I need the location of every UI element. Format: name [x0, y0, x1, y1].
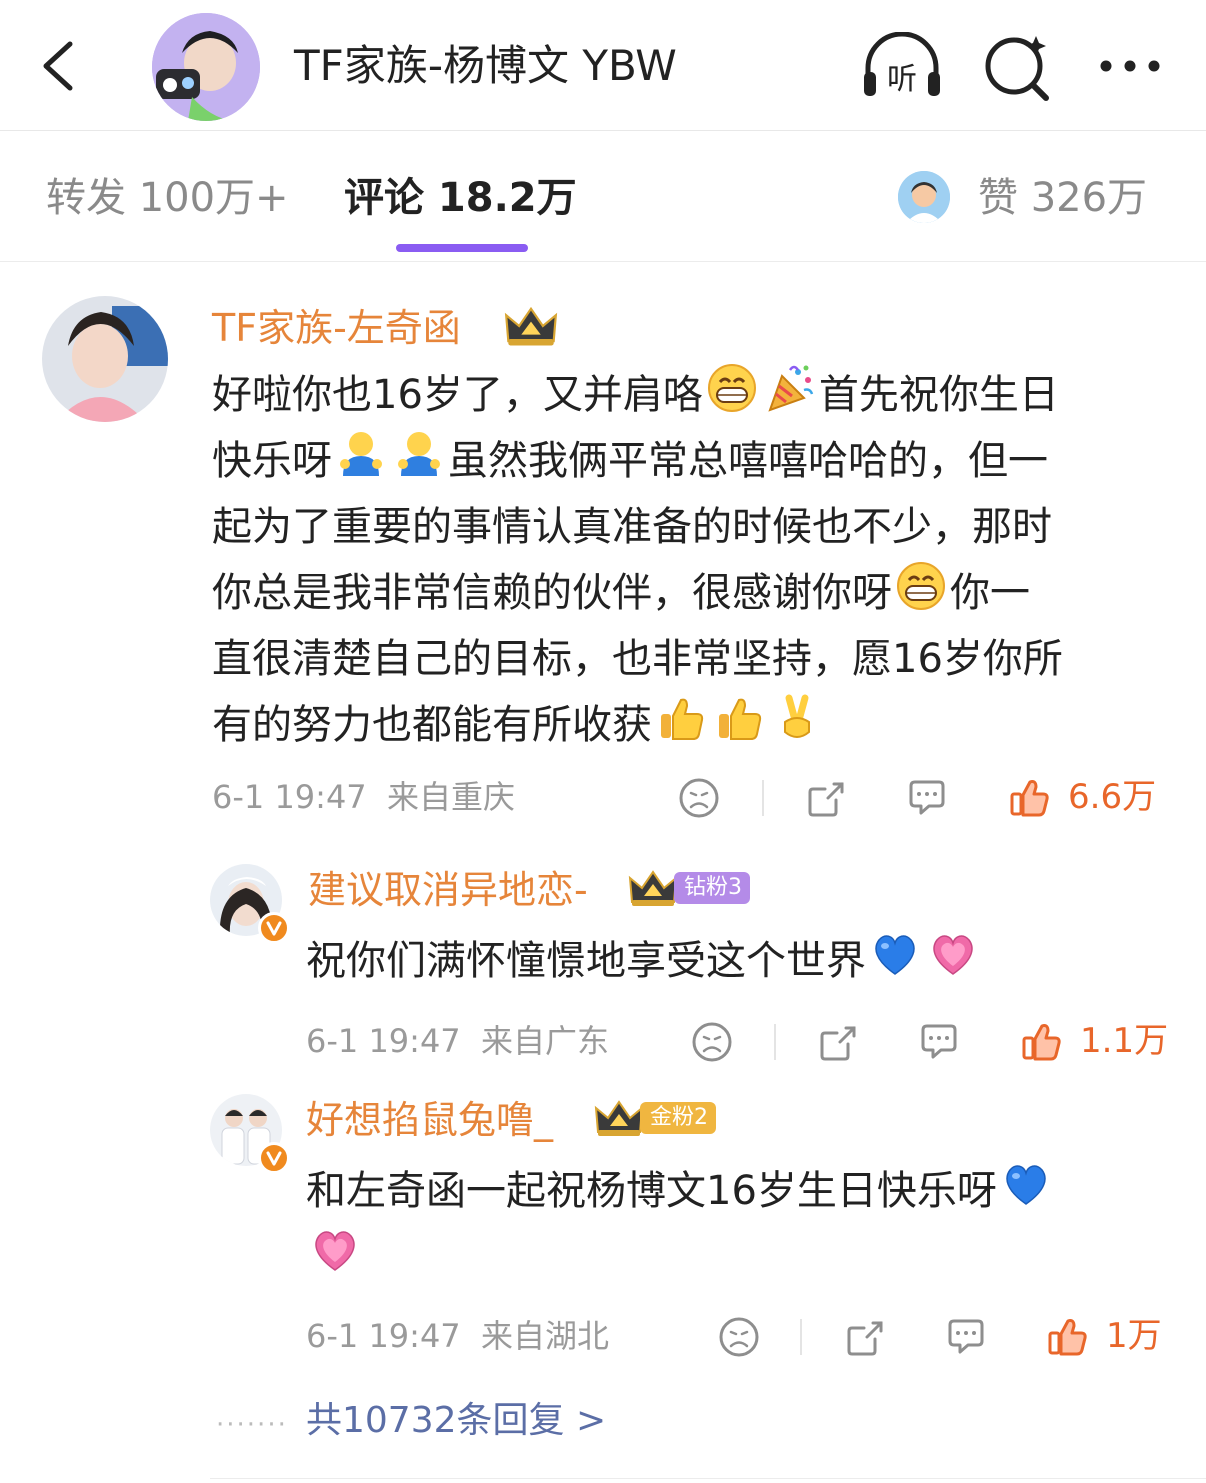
comment-time: 6-1 19:47: [212, 778, 367, 816]
text-segment: 好啦你也16岁了，又并肩咯: [212, 372, 703, 418]
chevron-left-icon[interactable]: [36, 38, 80, 94]
crown-icon: [504, 304, 558, 348]
comment-tabs: 转发 100万+ 评论 18.2万 赞 326万: [0, 131, 1206, 262]
share-icon[interactable]: [843, 1315, 887, 1359]
victory-hand-emoji-icon: [771, 692, 823, 744]
comment-line: 你总是我非常信赖的伙伴，很感谢你呀 你一: [212, 560, 1172, 626]
reply-meta: 6-1 19:47 来自广东: [306, 1018, 609, 1064]
comment-line: 好啦你也16岁了，又并肩咯 首先祝你生日: [212, 362, 1172, 428]
comment-author-avatar[interactable]: [42, 296, 168, 422]
share-icon[interactable]: [816, 1020, 860, 1064]
reply-meta: 6-1 19:47 来自湖北: [306, 1313, 609, 1359]
search-sparkle-icon[interactable]: [978, 32, 1062, 102]
comment-line: 有的努力也都能有所收获: [212, 692, 1172, 758]
grin-emoji-icon: [895, 560, 947, 612]
more-horizontal-icon[interactable]: [1092, 32, 1176, 102]
like-thumb-icon[interactable]: [1008, 776, 1052, 820]
text-segment: 有的努力也都能有所收获: [212, 702, 652, 748]
reply-text: 和左奇函一起祝杨博文16岁生日快乐呀: [306, 1158, 1166, 1290]
top-navigation-bar: TF家族-杨博文 YBW 听: [0, 0, 1206, 131]
person-emoji-icon: [393, 428, 445, 480]
comment-location: 来自湖北: [481, 1317, 610, 1355]
listen-label: 听: [887, 62, 917, 97]
like-count[interactable]: 1万: [1106, 1313, 1162, 1359]
account-title: TF家族-杨博文 YBW: [294, 41, 677, 90]
comment-text: 好啦你也16岁了，又并肩咯 首先祝你生日 快乐呀 虽然我俩平常总嘻嘻哈哈的，但一 起…: [212, 362, 1172, 758]
reply-username[interactable]: 好想掐鼠兔噜_: [306, 1094, 553, 1146]
dislike-sad-face-icon[interactable]: [717, 1315, 761, 1359]
like-count[interactable]: 1.1万: [1080, 1018, 1168, 1064]
text-segment: 你总是我非常信赖的伙伴，很感谢你呀: [212, 570, 892, 616]
pink-heart-emoji-icon: [309, 1224, 361, 1276]
text-segment: 首先祝你生日: [818, 372, 1059, 418]
divider: [762, 780, 764, 816]
reply-username[interactable]: 建议取消异地恋-: [308, 864, 588, 916]
bottom-divider: [210, 1478, 1206, 1479]
fan-level-badge: 钻粉3: [674, 872, 750, 904]
thread-dots: ·······: [216, 1410, 288, 1440]
comment-time: 6-1 19:47: [306, 1022, 461, 1060]
liker-avatar: [898, 171, 950, 223]
text-segment: 你一: [950, 570, 1030, 616]
comment-line: 直很清楚自己的目标，也非常坚持，愿16岁你所: [212, 636, 1063, 682]
party-popper-emoji-icon: [764, 362, 816, 414]
text-segment: 虽然我俩平常总嘻嘻哈哈的，但一: [448, 438, 1048, 484]
dislike-sad-face-icon[interactable]: [677, 776, 721, 820]
view-more-replies-link[interactable]: 共10732条回复 >: [306, 1396, 606, 1446]
divider: [800, 1319, 802, 1355]
reply-icon[interactable]: [944, 1315, 988, 1359]
active-tab-indicator: [396, 244, 528, 252]
pink-heart-emoji-icon: [927, 928, 979, 980]
tab-repost[interactable]: 转发 100万+: [46, 171, 289, 225]
comment-location: 来自广东: [481, 1022, 610, 1060]
blue-heart-emoji-icon: [869, 928, 921, 980]
comment-line: 快乐呀 虽然我俩平常总嘻嘻哈哈的，但一: [212, 428, 1172, 494]
comment-line: 起为了重要的事情认真准备的时候也不少，那时: [212, 504, 1052, 550]
reply-icon[interactable]: [917, 1020, 961, 1064]
fan-level-badge: 金粉2: [640, 1102, 716, 1134]
grin-emoji-icon: [706, 362, 758, 414]
text-segment: 祝你们满怀憧憬地享受这个世界: [306, 938, 866, 984]
comment-location: 来自重庆: [387, 778, 516, 816]
person-emoji-icon: [335, 428, 387, 480]
reply-icon[interactable]: [905, 776, 949, 820]
tab-comments[interactable]: 评论 18.2万: [344, 171, 577, 225]
like-thumb-icon[interactable]: [1020, 1020, 1064, 1064]
crown-icon: [628, 868, 678, 908]
thumbs-up-emoji-icon: [655, 692, 707, 744]
like-count[interactable]: 6.6万: [1068, 774, 1156, 820]
verified-v-icon: [258, 912, 290, 944]
divider: [774, 1024, 776, 1060]
comment-time: 6-1 19:47: [306, 1317, 461, 1355]
comment-meta: 6-1 19:47 来自重庆: [212, 774, 515, 820]
blue-heart-emoji-icon: [1000, 1158, 1052, 1210]
tab-likes[interactable]: 赞 326万: [978, 171, 1147, 225]
dislike-sad-face-icon[interactable]: [690, 1020, 734, 1064]
crown-icon: [594, 1098, 644, 1138]
text-segment: 和左奇函一起祝杨博文16岁生日快乐呀: [306, 1168, 997, 1214]
text-segment: 快乐呀: [212, 438, 332, 484]
share-icon[interactable]: [804, 776, 848, 820]
like-thumb-icon[interactable]: [1046, 1315, 1090, 1359]
comment-username[interactable]: TF家族-左奇函: [212, 302, 461, 354]
reply-text: 祝你们满怀憧憬地享受这个世界: [306, 928, 1166, 994]
thumbs-up-emoji-icon: [713, 692, 765, 744]
verified-v-icon: [258, 1142, 290, 1174]
headphones-listen-icon[interactable]: 听: [860, 32, 944, 102]
account-avatar[interactable]: [152, 13, 260, 121]
